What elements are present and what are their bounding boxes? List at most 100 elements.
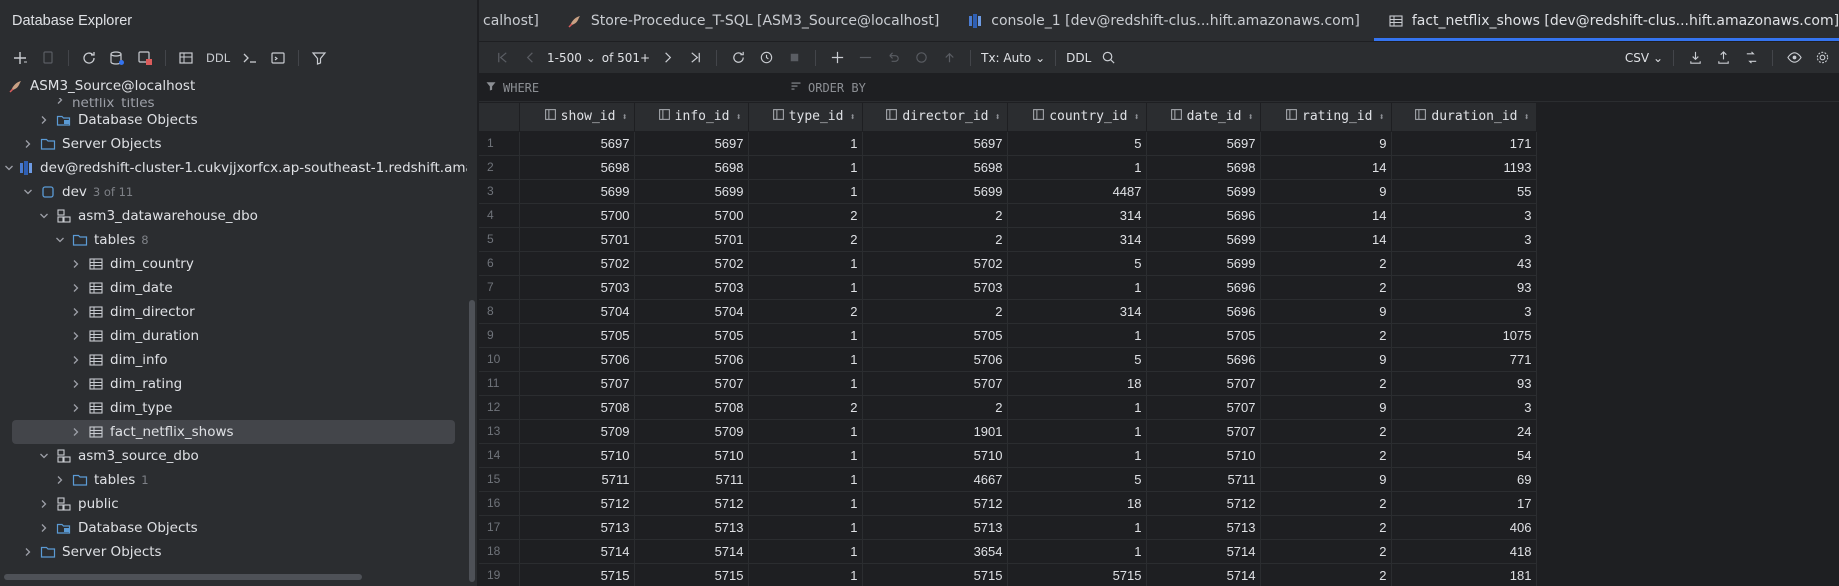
table-cell[interactable]: 5707 [1146,395,1261,420]
table-cell[interactable]: 5699 [634,179,749,204]
page-size-selector[interactable]: 1-500 ⌄ [547,51,596,65]
table-cell[interactable]: 171 [1391,131,1537,156]
table-row[interactable]: 13 5709 5709 1 1901 1 5707 2 24 [479,419,1537,444]
table-cell[interactable]: 9 [1260,467,1392,492]
table-cell[interactable]: 5715 [634,563,749,586]
datasource-properties-icon[interactable] [107,48,127,68]
table-cell[interactable]: 771 [1391,347,1537,372]
table-cell[interactable]: 2 [1260,251,1392,276]
table-cell[interactable]: 314 [1007,227,1147,252]
column-header-type-id[interactable]: type_id ⬍ [748,103,863,132]
table-cell[interactable]: 5698 [862,155,1008,180]
table-cell[interactable]: 5700 [519,203,635,228]
table-cell[interactable]: 5713 [1146,515,1261,540]
tree-item-asm3-source-dbo[interactable]: asm3_source_dbo [0,444,467,468]
gear-icon[interactable] [1811,47,1833,69]
chevron-down-icon[interactable] [36,208,52,224]
import-icon[interactable] [1712,47,1734,69]
table-row[interactable]: 6 5702 5702 1 5702 5 5699 2 43 [479,251,1537,276]
table-cell[interactable]: 5710 [634,443,749,468]
table-cell[interactable]: 3654 [862,539,1008,564]
tree-item-dim-info[interactable]: dim_info [0,348,467,372]
table-cell[interactable]: 5703 [862,275,1008,300]
column-header-director-id[interactable]: director_id ⬍ [862,103,1008,132]
table-cell[interactable]: 5713 [862,515,1008,540]
table-cell[interactable]: 5710 [862,443,1008,468]
table-cell[interactable]: 9 [1260,395,1392,420]
table-row[interactable]: 4 5700 5700 2 2 314 5696 14 3 [479,203,1537,228]
tree-item-database-objects[interactable]: Database Objects [0,108,467,132]
sort-toggle-icon[interactable]: ⬍ [621,112,627,123]
table-row[interactable]: 16 5712 5712 1 5712 18 5712 2 17 [479,491,1537,516]
table-cell[interactable]: 2 [748,227,863,252]
tree-item-tables[interactable]: tables 1 [0,468,467,492]
table-cell[interactable]: 5705 [1146,323,1261,348]
submit-icon[interactable] [938,47,960,69]
editor-tab[interactable]: fact_netflix_shows [dev@redshift-clus...… [1373,0,1839,41]
table-row[interactable]: 19 5715 5715 1 5715 5715 5714 2 181 [479,563,1537,586]
table-cell[interactable]: 5701 [634,227,749,252]
table-cell[interactable]: 3 [1391,203,1537,228]
table-cell[interactable]: 1 [1007,419,1147,444]
table-row[interactable]: 15 5711 5711 1 4667 5 5711 9 69 [479,467,1537,492]
table-cell[interactable]: 5703 [519,275,635,300]
table-cell[interactable]: 5698 [634,155,749,180]
table-cell[interactable]: 55 [1391,179,1537,204]
table-cell[interactable]: 1 [748,179,863,204]
table-cell[interactable]: 14 [1260,155,1392,180]
table-row[interactable]: 17 5713 5713 1 5713 1 5713 2 406 [479,515,1537,540]
table-cell[interactable]: 5704 [634,299,749,324]
table-cell[interactable]: 5707 [519,371,635,396]
previous-page-icon[interactable] [519,47,541,69]
table-cell[interactable]: 5713 [634,515,749,540]
tree-item-dim-duration[interactable]: dim_duration [0,324,467,348]
table-cell[interactable]: 5709 [634,419,749,444]
chevron-down-icon[interactable] [36,448,52,464]
table-cell[interactable]: 5699 [519,179,635,204]
table-cell[interactable]: 5708 [519,395,635,420]
explorer-vertical-scrollbar[interactable] [469,300,475,582]
table-cell[interactable]: 5699 [1146,179,1261,204]
table-cell[interactable]: 5698 [1146,155,1261,180]
tree-item-public[interactable]: public [0,492,467,516]
chevron-right-icon[interactable] [68,256,84,272]
table-cell[interactable]: 4487 [1007,179,1147,204]
table-cell[interactable]: 5702 [519,251,635,276]
table-cell[interactable]: 1 [748,539,863,564]
table-cell[interactable]: 5715 [519,563,635,586]
delete-row-icon[interactable] [854,47,876,69]
table-cell[interactable]: 3 [1391,299,1537,324]
tree-item-dev[interactable]: dev 3 of 11 [0,180,467,204]
table-cell[interactable]: 2 [1260,419,1392,444]
table-cell[interactable]: 2 [748,395,863,420]
table-cell[interactable]: 181 [1391,563,1537,586]
column-header-country-id[interactable]: country_id ⬍ [1007,103,1147,132]
table-cell[interactable]: 2 [1260,491,1392,516]
table-cell[interactable]: 5712 [1146,491,1261,516]
table-cell[interactable]: 5714 [519,539,635,564]
table-cell[interactable]: 5706 [862,347,1008,372]
table-cell[interactable]: 2 [862,395,1008,420]
table-cell[interactable]: 2 [1260,275,1392,300]
tree-item-dim-date[interactable]: dim_date [0,276,467,300]
column-header-info-id[interactable]: info_id ⬍ [634,103,749,132]
table-cell[interactable]: 5702 [862,251,1008,276]
explorer-horizontal-scrollbar[interactable] [4,574,362,580]
chevron-down-icon[interactable] [52,232,68,248]
table-cell[interactable]: 18 [1007,491,1147,516]
column-header-duration-id[interactable]: duration_id ⬍ [1391,103,1537,132]
tree-item-server-objects[interactable]: Server Objects [0,132,467,156]
table-cell[interactable]: 1 [1007,155,1147,180]
table-cell[interactable]: 54 [1391,443,1537,468]
table-cell[interactable]: 1 [748,371,863,396]
table-cell[interactable]: 2 [862,203,1008,228]
table-cell[interactable]: 5711 [519,467,635,492]
chevron-right-icon[interactable] [52,98,68,108]
last-page-icon[interactable] [684,47,706,69]
table-cell[interactable]: 5713 [519,515,635,540]
table-cell[interactable]: 1 [748,347,863,372]
tree-item-dim-director[interactable]: dim_director [0,300,467,324]
table-cell[interactable]: 5 [1007,347,1147,372]
chevron-right-icon[interactable] [52,472,68,488]
export-icon[interactable] [1684,47,1706,69]
